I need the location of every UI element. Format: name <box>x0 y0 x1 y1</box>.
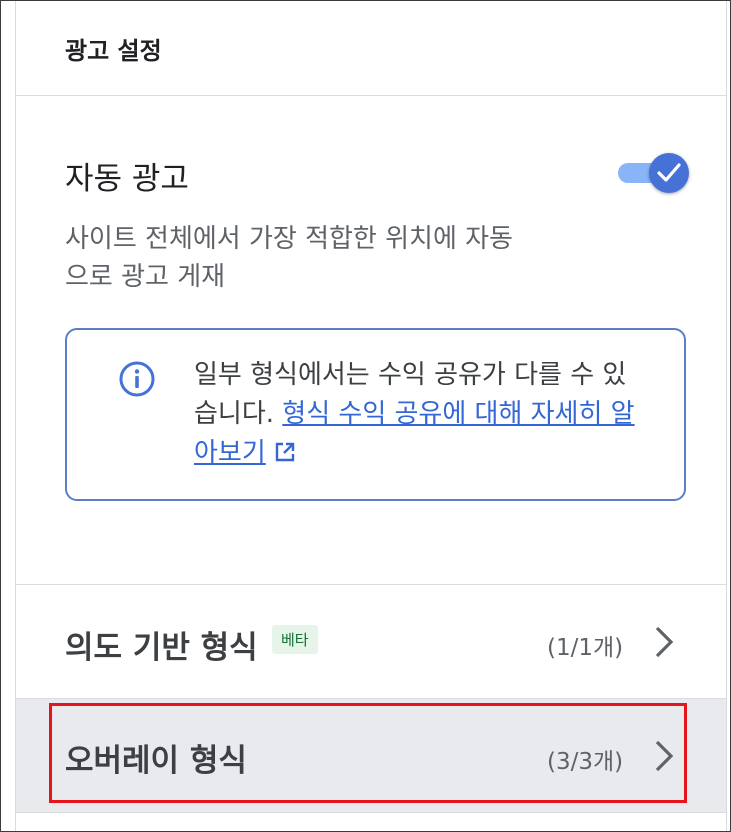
revenue-share-notice: 일부 형식에서는 수익 공유가 다를 수 있습니다. 형식 수익 공유에 대해 … <box>65 328 686 501</box>
auto-ads-title: 자동 광고 <box>65 161 189 197</box>
intent-based-formats-row[interactable]: 의도 기반 형식 베타 (1/1개) <box>16 585 726 698</box>
chevron-right-icon <box>655 626 674 658</box>
window-frame: 광고 설정 자동 광고 사이트 전체에서 가장 적합한 위치에 자동으로 광고 … <box>0 0 731 832</box>
row-title: 오버레이 형식 <box>65 743 247 779</box>
notice-text-block: 일부 형식에서는 수익 공유가 다를 수 있습니다. 형식 수익 공유에 대해 … <box>194 356 644 473</box>
auto-ads-toggle[interactable] <box>616 153 689 193</box>
external-link-icon <box>275 442 294 462</box>
ad-settings-panel: 광고 설정 자동 광고 사이트 전체에서 가장 적합한 위치에 자동으로 광고 … <box>15 1 727 831</box>
beta-badge: 베타 <box>272 625 318 654</box>
overlay-formats-row[interactable]: 오버레이 형식 (3/3개) <box>16 699 726 812</box>
auto-ads-description: 사이트 전체에서 가장 적합한 위치에 자동으로 광고 게재 <box>65 224 513 292</box>
row-title: 의도 기반 형식 <box>65 630 258 666</box>
toggle-knob <box>649 153 689 193</box>
row-divider <box>16 812 726 813</box>
row-count: (1/1개) <box>547 635 624 661</box>
info-icon <box>119 361 155 397</box>
chevron-right-icon <box>655 740 674 772</box>
panel-title: 광고 설정 <box>65 37 162 65</box>
row-count: (3/3개) <box>547 749 624 775</box>
panel-header: 광고 설정 <box>16 1 726 96</box>
checkmark-icon <box>657 163 681 182</box>
